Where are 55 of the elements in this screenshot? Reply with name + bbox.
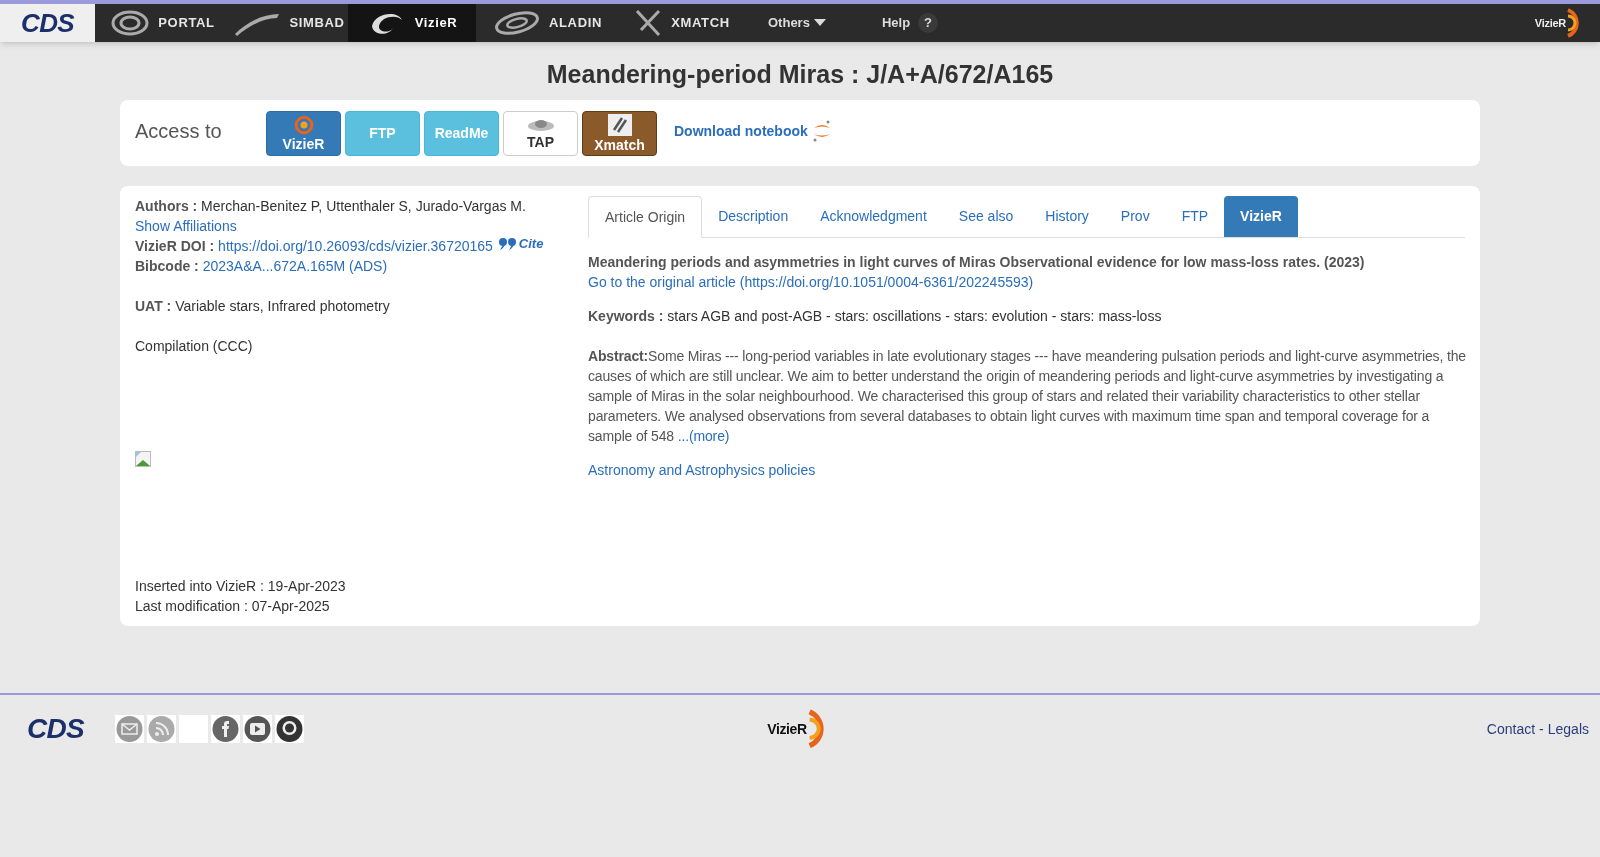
original-article-link[interactable]: Go to the original article (https://doi.org/10.1051/0004-6361/202245593) — [588, 272, 1465, 292]
tab[interactable]: Acknowledgment — [804, 196, 943, 237]
tab[interactable]: FTP — [1165, 196, 1225, 237]
footer-link[interactable]: Contact — [1486, 718, 1536, 740]
vizier-logo[interactable]: VizieR — [1534, 7, 1586, 39]
access-button[interactable]: VizieR — [266, 110, 341, 156]
doi-link[interactable]: https://doi.org/10.26093/cds/vizier.36720165 — [218, 236, 493, 256]
spiral-icon — [110, 8, 151, 38]
galaxy-icon — [493, 8, 541, 38]
article-title: Meandering periods and asymmetries in light curves of Miras Observational evidence for low mass-loss rates. (2023) — [588, 253, 1366, 272]
quote-icon — [498, 237, 517, 250]
keywords-text: Keywords : stars AGB and post-AGB - stars: oscillations - stars: evolution - stars: mass-loss — [588, 307, 1163, 326]
modified-text: Last modification : 07-Apr-2025 — [135, 597, 331, 616]
category-text: Compilation (CCC) — [135, 337, 254, 356]
authors-text: Authors : Merchan-Benitez P, Uttenthaler S, Jurado-Vargas M. — [135, 197, 527, 216]
bibcode-text: Bibcode : 2023A&A...672A.165M (ADS) — [135, 257, 389, 276]
tab[interactable]: Prov — [1104, 196, 1166, 237]
separator-text: - — [1539, 719, 1544, 739]
uat-text: UAT : Variable stars, Infrared photometry — [135, 297, 391, 316]
nav-tab[interactable]: VizieR — [348, 4, 476, 42]
download-notebook-link[interactable]: Download notebook — [674, 119, 832, 143]
nav-tab[interactable]: XMATCH — [619, 4, 744, 42]
github-icon[interactable] — [275, 715, 304, 743]
mail-icon[interactable] — [115, 715, 144, 743]
show-affiliations-link[interactable]: Show Affiliations — [135, 216, 237, 236]
cds-logo[interactable]: CDS — [27, 708, 115, 750]
bibcode-link[interactable]: 2023A&A...672A.165M (ADS) — [202, 258, 388, 274]
doi-label: VizieR DOI : — [135, 237, 215, 256]
inserted-text: Inserted into VizieR : 19-Apr-2023 — [135, 577, 347, 596]
footer-link[interactable]: Legals — [1547, 718, 1589, 740]
tab[interactable]: Article Origin — [588, 196, 703, 238]
tab[interactable]: VizieR — [1224, 196, 1298, 237]
nav-tab[interactable]: SIMBAD — [230, 4, 348, 42]
cross-icon — [607, 113, 632, 136]
caret-icon — [813, 19, 826, 27]
tab[interactable]: Description — [702, 196, 805, 237]
tab[interactable]: See also — [942, 196, 1030, 237]
tab[interactable]: History — [1029, 196, 1105, 237]
access-label: Access to — [135, 118, 223, 144]
access-button[interactable]: Xmatch — [582, 110, 657, 156]
youtube-icon[interactable] — [243, 715, 272, 743]
policies-link[interactable]: Astronomy and Astrophysics policies — [588, 460, 816, 480]
nav-tab[interactable]: PORTAL — [95, 4, 230, 42]
cite-link[interactable]: Cite — [498, 233, 544, 254]
others-menu[interactable]: Others — [760, 13, 834, 33]
broken-image-icon — [135, 451, 151, 467]
help-menu[interactable]: Help ? — [873, 13, 947, 33]
more-link[interactable]: ...(more) — [677, 428, 730, 444]
page-title: Meandering-period Miras : J/A+A/672/A165 — [545, 59, 1055, 89]
facebook-icon[interactable] — [211, 715, 240, 743]
access-button[interactable]: TAP — [503, 110, 578, 156]
nav-tab[interactable]: ALADIN — [476, 4, 619, 42]
abstract-text: Abstract:Some Miras --- long-period variables in late evolutionary stages --- have meandering pulsation periods and light-curve asymmetries, the causes of which are still unclear. We aim to better understand the origin of meandering periods and light-curve asymmetries by investigating a sample of Miras in the solar neighbourhood. We characterised this group of stars and related their variability characteristics to other stellar parameters. We analysed observations from several databases to obtain light curves with maximum time span and temporal coverage for a sample of 548 ...(more) — [588, 347, 1467, 446]
help-icon: ? — [918, 13, 939, 33]
vizier-logo[interactable]: VizieR — [767, 708, 833, 750]
